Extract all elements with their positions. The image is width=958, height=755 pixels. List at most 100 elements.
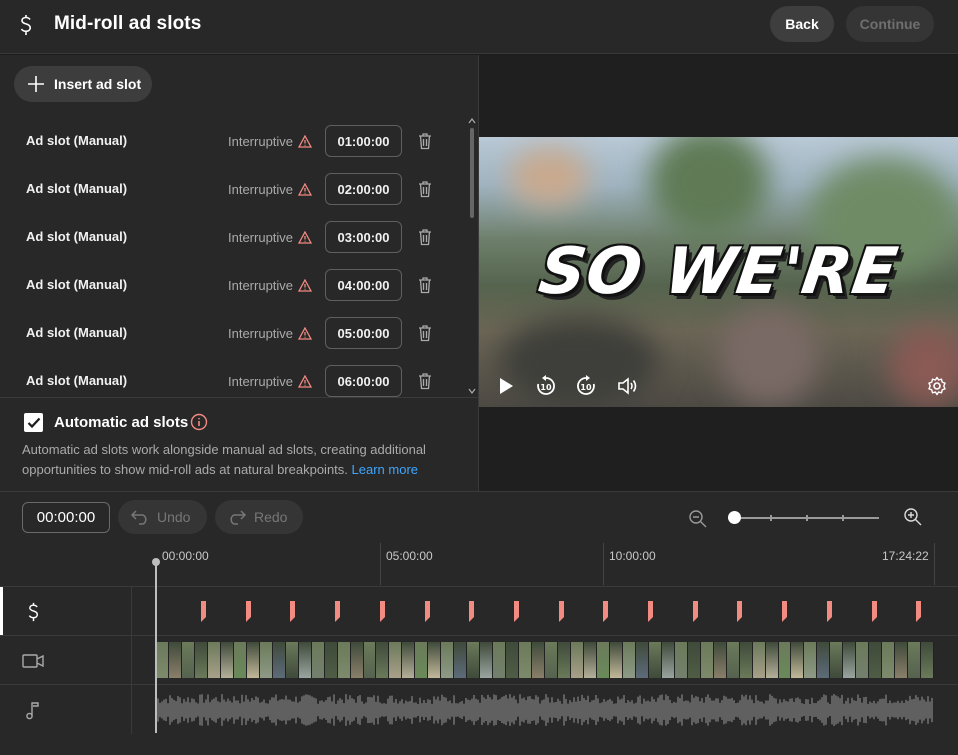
ruler-label: 00:00:00 [162,549,209,563]
ad-marker[interactable] [826,601,833,622]
ad-marker[interactable] [871,601,878,622]
scroll-up-icon[interactable] [468,117,476,125]
slot-name: Ad slot (Manual) [26,133,128,148]
trash-icon[interactable] [417,372,433,390]
scroll-down-icon[interactable] [468,387,476,395]
volume-icon[interactable] [617,375,639,397]
ad-marker[interactable] [334,601,341,622]
ruler-tick [934,543,935,585]
video-frame-thumbnail [337,642,351,678]
audio-track[interactable] [0,684,958,734]
trash-icon[interactable] [417,132,433,150]
video-frame-thumbnail [791,642,805,678]
video-frame-thumbnail [324,642,338,678]
trash-icon[interactable] [417,324,433,342]
info-icon[interactable] [190,413,208,431]
playhead-handle[interactable] [152,558,160,566]
zoom-in-icon[interactable] [903,507,923,527]
slot-list-scrollbar[interactable] [467,117,477,397]
automatic-ad-slots-description: Automatic ad slots work alongside manual… [22,440,462,480]
ad-marker[interactable] [915,601,922,622]
zoom-out-icon[interactable] [688,509,708,529]
scrollbar-thumb[interactable] [470,128,474,218]
trash-icon[interactable] [417,180,433,198]
video-frame-thumbnail [674,642,688,678]
video-frame-thumbnail [843,642,857,678]
ad-marker[interactable] [513,601,520,622]
ruler-tick [603,543,604,585]
video-frame-thumbnail [726,642,740,678]
rewind-10-icon[interactable]: 10 [535,375,557,397]
timecode-input[interactable]: 00:00:00 [22,502,110,533]
undo-button[interactable]: Undo [118,500,207,534]
ad-marker[interactable] [424,601,431,622]
playhead[interactable] [155,561,157,733]
video-frame-thumbnail [493,642,507,678]
ad-slots-track[interactable] [0,586,958,636]
ad-marker[interactable] [602,601,609,622]
video-frame-thumbnail [376,642,390,678]
video-preview[interactable]: SO WE'RE 10 10 [479,137,958,407]
ad-marker[interactable] [647,601,654,622]
timeline[interactable]: 00:00:00 05:00:00 10:00:00 17:24:22 [0,543,958,755]
slot-type: Interruptive [228,278,294,293]
continue-button[interactable]: Continue [846,6,934,42]
ruler-label: 17:24:22 [882,549,929,563]
slot-type: Interruptive [228,230,294,245]
video-frame-thumbnail [558,642,571,678]
video-track[interactable] [0,635,958,685]
back-button[interactable]: Back [770,6,834,42]
video-frame-thumbnail [156,642,169,678]
redo-label: Redo [254,509,288,525]
video-frame-thumbnail [882,642,896,678]
slot-time-input[interactable]: 04:00:00 [325,269,402,301]
slot-time-input[interactable]: 03:00:00 [325,221,402,253]
ad-slot-row: Ad slot (Manual) Interruptive 06:00:00 [0,356,466,397]
video-frame-thumbnail [168,642,182,678]
ad-marker[interactable] [289,601,296,622]
svg-text:10: 10 [580,383,592,392]
ad-marker[interactable] [200,601,207,622]
ad-marker[interactable] [468,601,475,622]
trash-icon[interactable] [417,276,433,294]
ad-slot-row: Ad slot (Manual) Interruptive 03:00:00 [0,212,466,260]
video-frame-thumbnail [622,642,636,678]
slot-time-input[interactable]: 06:00:00 [325,365,402,397]
video-frame-thumbnail [415,642,429,678]
video-frame-thumbnail [467,642,481,678]
learn-more-link[interactable]: Learn more [352,462,418,477]
ad-marker[interactable] [558,601,565,622]
video-background-blob [719,307,819,407]
video-frame-thumbnail [895,642,909,678]
insert-ad-slot-button[interactable]: Insert ad slot [14,66,152,102]
video-frame-thumbnail [519,642,533,678]
slot-name: Ad slot (Manual) [26,277,128,292]
dollar-icon [16,12,36,38]
svg-text:10: 10 [540,383,552,392]
slot-time-input[interactable]: 02:00:00 [325,173,402,205]
video-caption: SO WE'RE [534,235,903,309]
ad-marker[interactable] [736,601,743,622]
zoom-slider-handle[interactable] [728,511,741,524]
ad-marker[interactable] [245,601,252,622]
warning-icon [298,231,312,244]
slot-time-input[interactable]: 01:00:00 [325,125,402,157]
zoom-slider-tick [770,515,772,521]
settings-icon[interactable] [926,375,948,397]
play-icon[interactable] [495,375,517,397]
timeline-toolbar: 00:00:00 Undo Redo [0,491,958,543]
slot-time-input[interactable]: 05:00:00 [325,317,402,349]
warning-icon [298,327,312,340]
slot-type: Interruptive [228,134,294,149]
video-background-blob [509,147,589,207]
ad-marker[interactable] [379,601,386,622]
trash-icon[interactable] [417,228,433,246]
video-frame-thumbnail [609,642,623,678]
redo-button[interactable]: Redo [215,500,303,534]
ad-marker[interactable] [692,601,699,622]
slot-type: Interruptive [228,182,294,197]
forward-10-icon[interactable]: 10 [575,375,597,397]
automatic-ad-slots-checkbox[interactable] [24,413,43,432]
ad-slots-panel: Insert ad slot Ad slot (Manual) Interrup… [0,55,479,491]
ad-marker[interactable] [781,601,788,622]
